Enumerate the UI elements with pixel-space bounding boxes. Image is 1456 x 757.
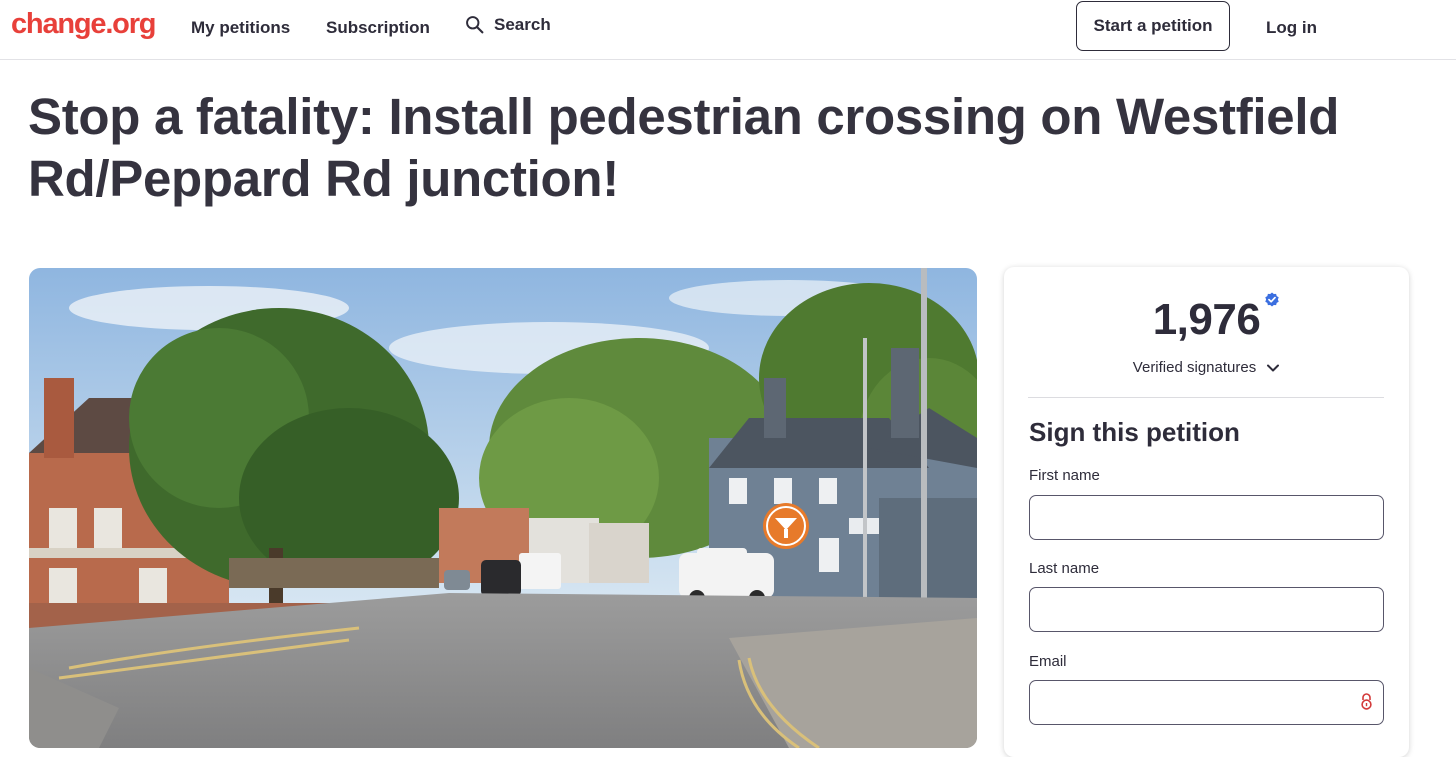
verified-signatures-toggle[interactable]: Verified signatures bbox=[1004, 359, 1409, 376]
nav-subscription[interactable]: Subscription bbox=[326, 18, 430, 38]
search-icon bbox=[466, 16, 484, 34]
signature-count-row: 1,976 bbox=[1004, 292, 1409, 345]
last-name-label: Last name bbox=[1029, 560, 1100, 577]
signature-count-wrapper: 1,976 bbox=[1152, 292, 1279, 345]
start-petition-button[interactable]: Start a petition bbox=[1076, 1, 1230, 51]
site-header: change.org My petitions Subscription Sea… bbox=[0, 0, 1456, 60]
petition-image bbox=[29, 268, 977, 748]
login-link[interactable]: Log in bbox=[1266, 18, 1317, 38]
petition-title: Stop a fatality: Install pedestrian cros… bbox=[28, 88, 1340, 207]
password-manager-icon[interactable] bbox=[1360, 693, 1373, 710]
first-name-label: First name bbox=[1029, 467, 1100, 484]
nav-my-petitions[interactable]: My petitions bbox=[191, 18, 290, 38]
card-divider bbox=[1028, 397, 1384, 398]
first-name-field[interactable] bbox=[1029, 495, 1384, 540]
sign-petition-heading: Sign this petition bbox=[1029, 417, 1240, 447]
sign-petition-card: 1,976 Verified signatures Sign this peti… bbox=[1004, 267, 1409, 757]
verified-signatures-label: Verified signatures bbox=[1132, 359, 1257, 376]
verified-badge-icon bbox=[1265, 292, 1279, 307]
last-name-field[interactable] bbox=[1029, 587, 1384, 632]
change-org-logo[interactable]: change.org bbox=[11, 8, 157, 41]
email-label: Email bbox=[1029, 653, 1067, 670]
chevron-down-icon bbox=[1267, 364, 1280, 371]
nav-search-label: Search bbox=[494, 14, 551, 34]
signature-count: 1,976 bbox=[1152, 295, 1261, 344]
email-field[interactable] bbox=[1029, 680, 1384, 725]
nav-search[interactable]: Search bbox=[464, 14, 551, 35]
